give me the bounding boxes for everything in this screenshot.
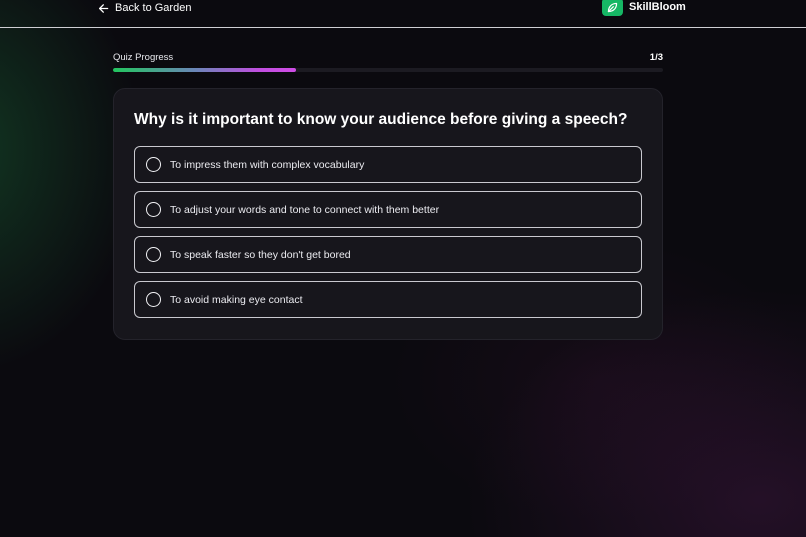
question-text: Why is it important to know your audienc…	[134, 111, 628, 128]
progress-bar	[113, 68, 663, 72]
answer-option-label: To adjust your words and tone to connect…	[170, 203, 440, 216]
answer-option-label: To speak faster so they don't get bored	[170, 248, 351, 261]
brand: SkillBloom	[602, 0, 686, 16]
radio-circle-icon[interactable]	[146, 292, 161, 307]
answer-option-3[interactable]: To speak faster so they don't get bored	[134, 236, 642, 273]
radio-circle-icon[interactable]	[146, 202, 161, 217]
back-to-garden-link[interactable]: Back to Garden	[98, 0, 191, 16]
answer-option-4[interactable]: To avoid making eye contact	[134, 281, 642, 318]
answer-option-label: To avoid making eye contact	[170, 293, 303, 306]
radio-circle-icon[interactable]	[146, 157, 161, 172]
leaf-icon	[602, 0, 623, 16]
progress-bar-fill	[113, 68, 297, 72]
brand-name: SkillBloom	[629, 1, 686, 13]
top-header: Back to Garden SkillBloom	[0, 0, 806, 28]
progress-count: 1/3	[649, 51, 663, 63]
back-link-label: Back to Garden	[115, 2, 192, 14]
answer-option-label: To impress them with complex vocabulary	[170, 158, 365, 171]
radio-circle-icon[interactable]	[146, 247, 161, 262]
quiz-progress-header: Quiz Progress 1/3	[113, 51, 663, 63]
progress-label: Quiz Progress	[113, 51, 174, 63]
answer-option-1[interactable]: To impress them with complex vocabulary	[134, 146, 642, 183]
arrow-left-icon	[98, 3, 109, 14]
answer-option-2[interactable]: To adjust your words and tone to connect…	[134, 191, 642, 228]
question-card: Why is it important to know your audienc…	[113, 88, 663, 340]
